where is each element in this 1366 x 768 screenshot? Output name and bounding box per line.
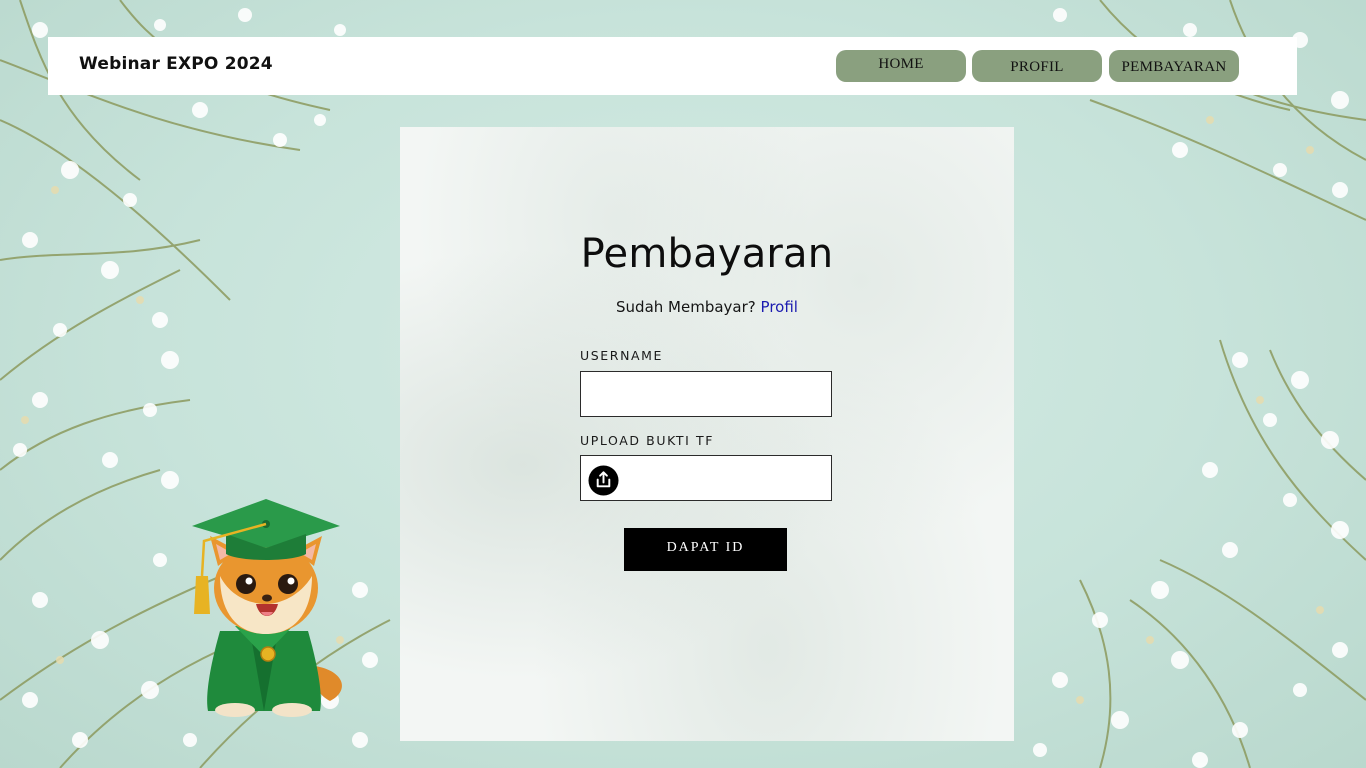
form-subtitle: Sudah Membayar? Profil bbox=[400, 298, 1014, 316]
site-title: Webinar EXPO 2024 bbox=[79, 54, 273, 74]
nav-home-button[interactable]: HOME bbox=[836, 50, 966, 82]
nav-pembayaran-button[interactable]: PEMBAYARAN bbox=[1109, 50, 1239, 82]
upload-proof-field[interactable] bbox=[580, 455, 832, 501]
username-input[interactable] bbox=[580, 371, 832, 417]
username-label: USERNAME bbox=[580, 348, 664, 363]
nav-profil-button[interactable]: PROFIL bbox=[972, 50, 1102, 82]
graduate-cat-mascot bbox=[192, 499, 342, 717]
upload-icon[interactable] bbox=[588, 465, 619, 496]
upload-label: UPLOAD BUKTI TF bbox=[580, 433, 715, 448]
page-title: Pembayaran bbox=[580, 231, 834, 277]
dapat-id-button[interactable]: DAPAT ID bbox=[624, 528, 787, 571]
payment-form-panel: Pembayaran Sudah Membayar? Profil USERNA… bbox=[400, 127, 1014, 741]
top-navbar: Webinar EXPO 2024 HOME PROFIL PEMBAYARAN bbox=[48, 37, 1297, 95]
profil-link[interactable]: Profil bbox=[761, 298, 798, 316]
subtitle-text: Sudah Membayar? bbox=[616, 298, 756, 316]
